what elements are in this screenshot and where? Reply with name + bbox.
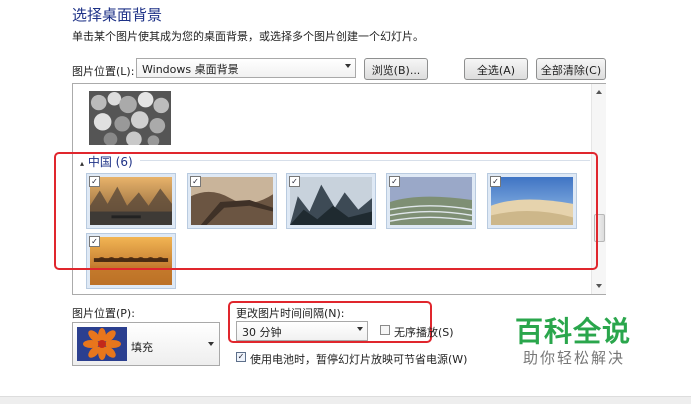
scroll-down-icon[interactable] <box>596 284 602 288</box>
page-title: 选择桌面背景 <box>72 6 163 24</box>
battery-checkbox[interactable]: ✓ <box>236 352 246 362</box>
browse-button[interactable]: 浏览(B)... <box>364 58 428 80</box>
clear-all-button[interactable]: 全部清除(C) <box>536 58 606 80</box>
flower-preview-icon <box>77 327 127 361</box>
battery-label: 使用电池时，暂停幻灯片放映可节省电源(W) <box>250 353 468 366</box>
wallpaper-thumbnail-flowers[interactable] <box>88 90 172 147</box>
select-all-button[interactable]: 全选(A) <box>464 58 528 80</box>
page-subtitle: 单击某个图片使其成为您的桌面背景，或选择多个图片创建一个幻灯片。 <box>72 30 424 43</box>
chevron-down-icon <box>208 342 214 346</box>
flowers-image <box>89 91 171 147</box>
highlight-box-gallery <box>54 152 598 270</box>
picture-location-label: 图片位置(L): <box>72 65 135 78</box>
shuffle-label: 无序播放(S) <box>394 326 454 339</box>
interval-dropdown[interactable]: 30 分钟 <box>236 321 368 341</box>
picture-position-label: 图片位置(P): <box>72 307 135 320</box>
picture-location-dropdown[interactable]: Windows 桌面背景 <box>136 58 356 78</box>
picture-position-value: 填充 <box>131 341 153 354</box>
shuffle-checkbox[interactable] <box>380 325 390 335</box>
interval-value: 30 分钟 <box>242 326 282 339</box>
chevron-down-icon <box>357 327 363 331</box>
chevron-down-icon <box>345 64 351 68</box>
picture-location-value: Windows 桌面背景 <box>142 63 239 76</box>
watermark-logo-text: 百科全说 <box>515 315 632 348</box>
picture-position-dropdown[interactable]: 填充 <box>72 322 220 366</box>
interval-label: 更改图片时间间隔(N): <box>236 307 345 320</box>
scroll-up-icon[interactable] <box>596 90 602 94</box>
watermark-slogan: 助你轻松解决 <box>523 349 626 367</box>
